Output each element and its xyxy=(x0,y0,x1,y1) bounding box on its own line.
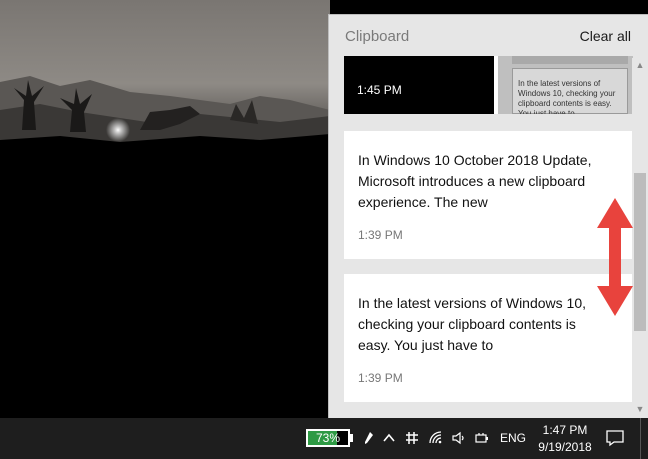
scroll-up-arrow-icon[interactable]: ▲ xyxy=(632,58,648,72)
image-thumbnail: In the latest versions of Windows 10, ch… xyxy=(498,56,633,114)
clock-date: 9/19/2018 xyxy=(538,440,592,454)
clipboard-item-content: In the latest versions of Windows 10, ch… xyxy=(358,295,586,353)
scroll-down-arrow-icon[interactable]: ▼ xyxy=(632,402,648,416)
clipboard-item-time: 1:39 PM xyxy=(358,228,403,242)
battery-indicator[interactable]: 73% xyxy=(306,429,350,447)
action-center-icon[interactable] xyxy=(605,429,625,447)
battery-percent: 73% xyxy=(315,431,341,445)
clipboard-item-text[interactable]: In Windows 10 October 2018 Update, Micro… xyxy=(344,131,633,259)
language-indicator[interactable]: ENG xyxy=(500,431,526,445)
clock[interactable]: 1:47 PM 9/19/2018 xyxy=(530,422,600,456)
thumbnail-card: In the latest versions of Windows 10, ch… xyxy=(512,68,628,114)
battery-nub xyxy=(350,434,353,442)
vertical-double-arrow-icon xyxy=(597,198,633,316)
clear-all-button[interactable]: Clear all xyxy=(580,28,631,44)
thumbnail-text: In the latest versions of Windows 10, ch… xyxy=(518,79,616,114)
clipboard-header: Clipboard Clear all xyxy=(329,15,648,57)
wifi-icon[interactable] xyxy=(428,430,444,446)
clipboard-title: Clipboard xyxy=(345,28,410,45)
taskbar: 73% ENG 1:47 PM 9/19/2018 xyxy=(0,418,648,459)
show-desktop-button[interactable] xyxy=(640,418,641,459)
image-preview-dark: 1:45 PM xyxy=(344,56,494,114)
clipboard-item-time: 1:39 PM xyxy=(358,371,403,385)
clipboard-item-image[interactable]: 1:45 PM In the latest versions of Window… xyxy=(344,56,633,114)
chevron-up-icon[interactable] xyxy=(381,430,397,446)
pen-icon[interactable] xyxy=(361,430,377,446)
volume-icon[interactable] xyxy=(451,430,467,446)
thumbnail-topbar xyxy=(512,56,628,64)
clock-time: 1:47 PM xyxy=(542,423,588,437)
network-hub-icon[interactable] xyxy=(404,430,420,446)
power-plug-icon[interactable] xyxy=(474,430,490,446)
clipboard-item-content: In Windows 10 October 2018 Update, Micro… xyxy=(358,152,592,210)
clipboard-item-time: 1:45 PM xyxy=(357,83,402,97)
clipboard-item-text[interactable]: In the latest versions of Windows 10, ch… xyxy=(344,274,633,402)
